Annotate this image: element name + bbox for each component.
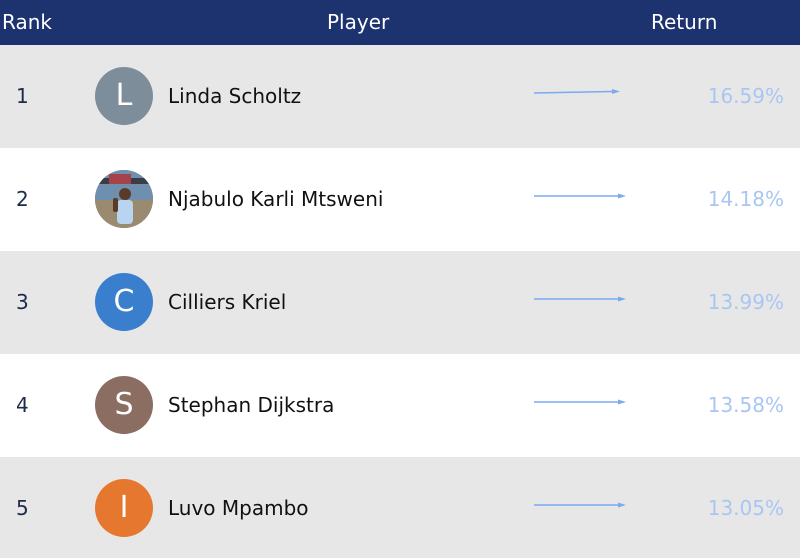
player-name: Cilliers Kriel xyxy=(168,290,287,314)
avatar: C xyxy=(95,273,153,331)
avatar-photo xyxy=(95,170,153,228)
rank-number: 5 xyxy=(16,496,29,520)
player-name: Njabulo Karli Mtsweni xyxy=(168,187,384,211)
return-value: 14.18% xyxy=(707,187,784,211)
player-name: Luvo Mpambo xyxy=(168,496,309,520)
rank-number: 2 xyxy=(16,187,29,211)
return-value: 16.59% xyxy=(707,84,784,108)
rank-number: 3 xyxy=(16,290,29,314)
avatar: L xyxy=(95,67,153,125)
return-value: 13.05% xyxy=(707,496,784,520)
avatar: I xyxy=(95,479,153,537)
leaderboard-row[interactable]: 4 S Stephan Dijkstra 13.58% xyxy=(0,354,800,457)
leaderboard-header: Rank Player Return xyxy=(0,0,800,45)
return-value: 13.58% xyxy=(707,393,784,417)
trend-right-arrow-icon xyxy=(533,89,620,94)
leaderboard-row[interactable]: 1 L Linda Scholtz 16.59% xyxy=(0,45,800,148)
leaderboard: Rank Player Return 1 L Linda Scholtz 16.… xyxy=(0,0,800,558)
player-name: Stephan Dijkstra xyxy=(168,393,335,417)
rank-number: 4 xyxy=(16,393,29,417)
leaderboard-row[interactable]: 5 I Luvo Mpambo 13.05% xyxy=(0,457,800,558)
rank-number: 1 xyxy=(16,84,29,108)
rank-column-header: Rank xyxy=(2,10,52,34)
trend-right-arrow-icon xyxy=(534,399,626,405)
return-value: 13.99% xyxy=(707,290,784,314)
leaderboard-row[interactable]: 2 Njabulo Karli Mtsweni 14.18% xyxy=(0,148,800,251)
player-column-header: Player xyxy=(327,10,390,34)
trend-right-arrow-icon xyxy=(534,296,626,302)
leaderboard-row[interactable]: 3 C Cilliers Kriel 13.99% xyxy=(0,251,800,354)
return-column-header: Return xyxy=(651,10,718,34)
player-name: Linda Scholtz xyxy=(168,84,302,108)
trend-right-arrow-icon xyxy=(534,502,626,508)
trend-right-arrow-icon xyxy=(534,193,626,199)
avatar: S xyxy=(95,376,153,434)
